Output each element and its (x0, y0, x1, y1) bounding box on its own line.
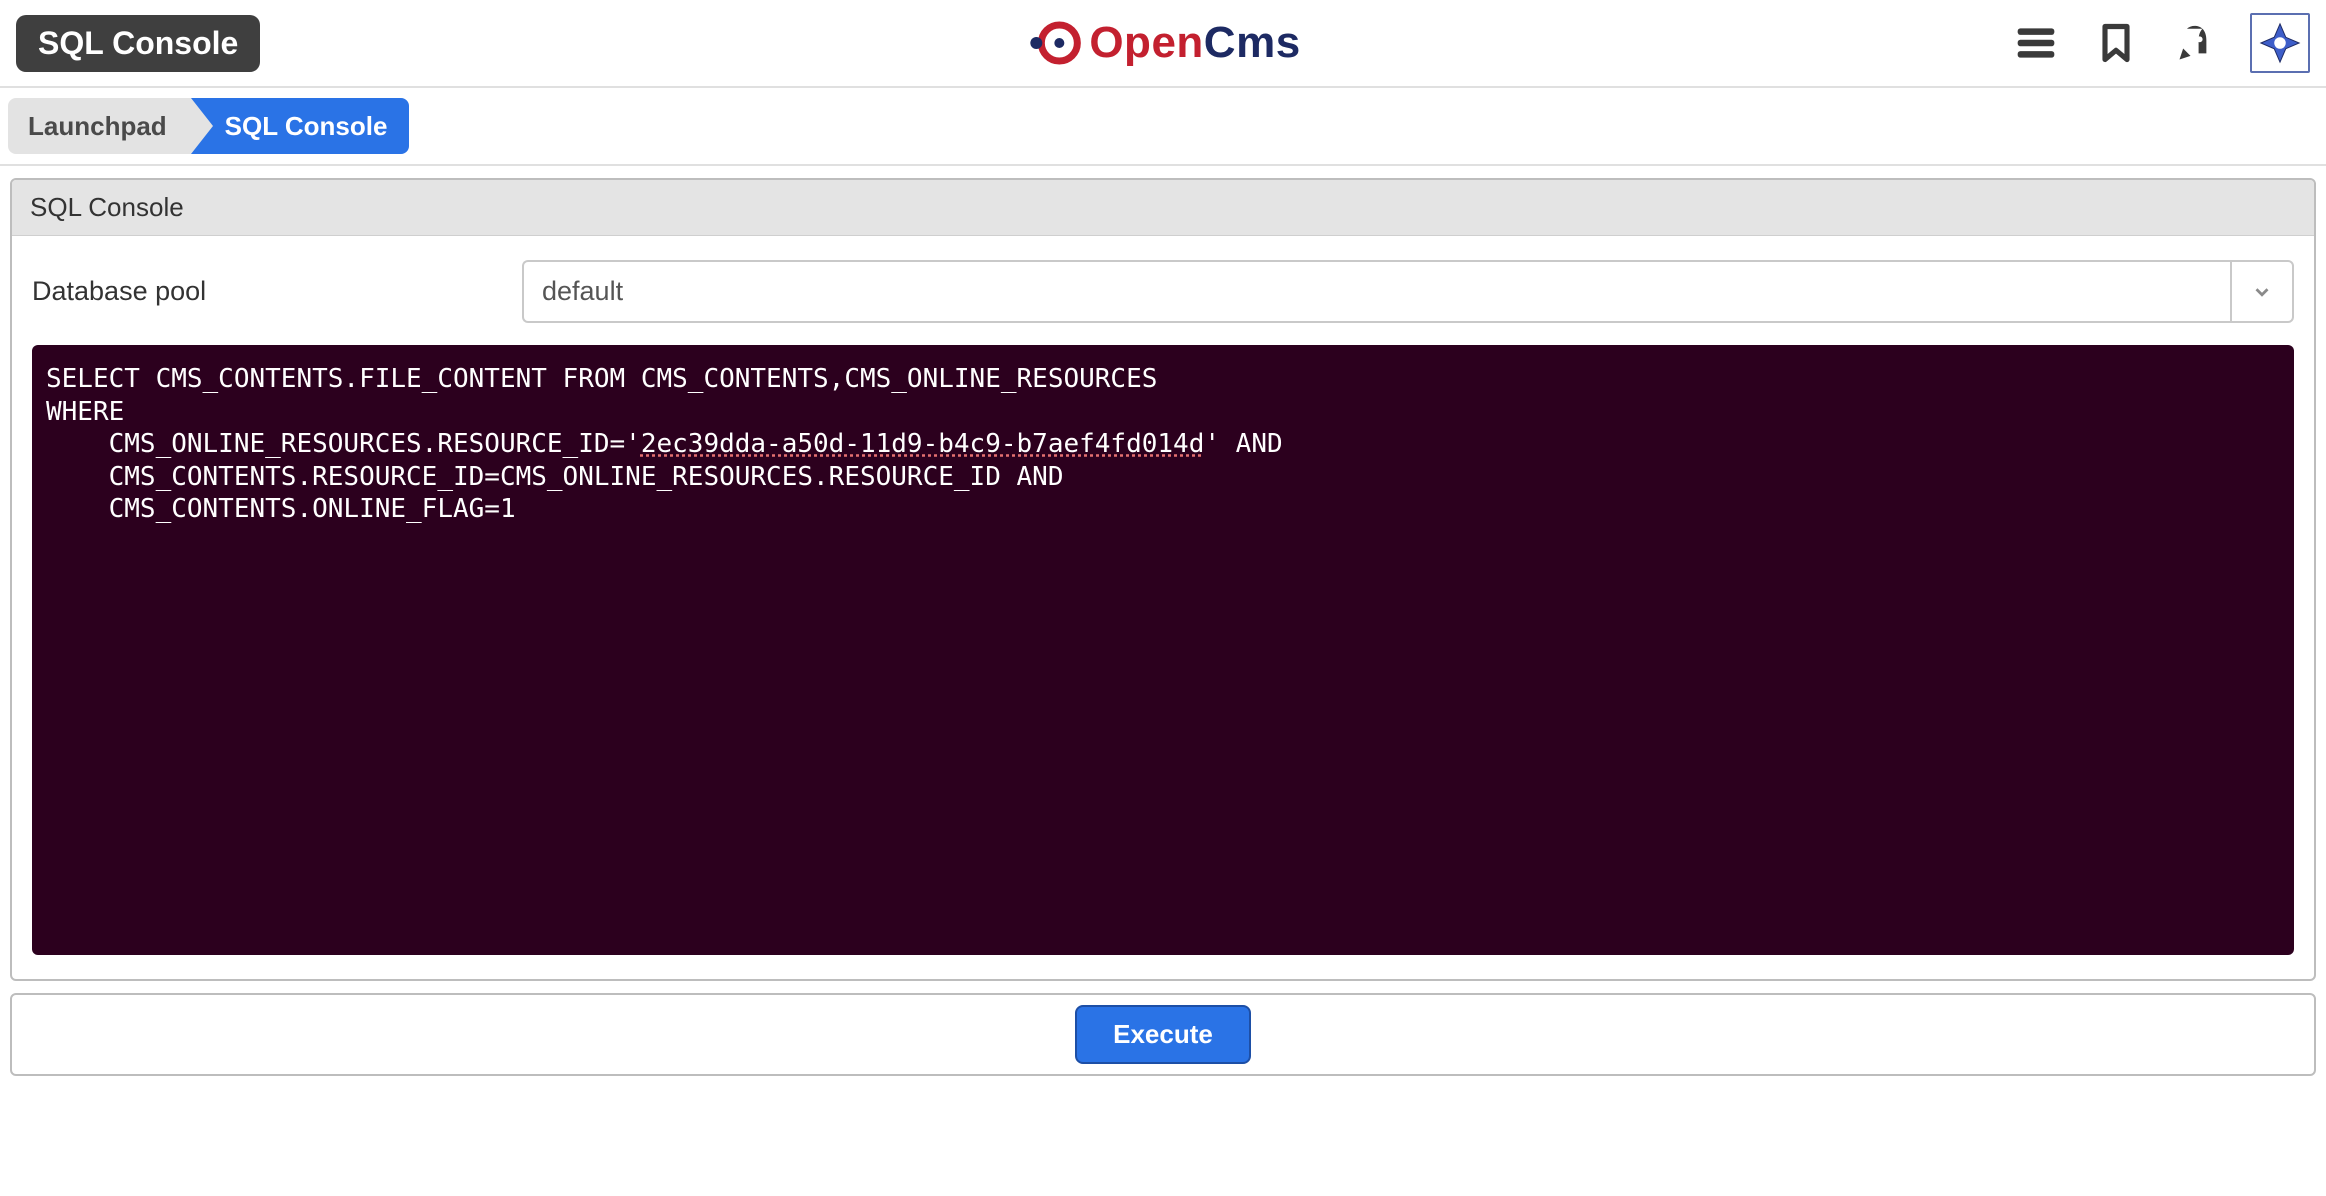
breadcrumb: Launchpad SQL Console (0, 88, 2326, 166)
breadcrumb-sql-console[interactable]: SQL Console (191, 98, 410, 154)
app-favicon-icon[interactable] (2250, 13, 2310, 73)
panel-title: SQL Console (12, 180, 2314, 236)
db-pool-row: Database pool default (32, 260, 2294, 323)
action-bar: Execute (10, 993, 2316, 1076)
opencms-logo-icon (1025, 14, 1083, 72)
page-title-pill: SQL Console (16, 15, 260, 72)
logo-text-open: Open (1089, 18, 1203, 67)
db-pool-value[interactable]: default (522, 260, 2230, 323)
bookmark-icon[interactable] (2090, 17, 2142, 69)
db-pool-select[interactable]: default (522, 260, 2294, 323)
db-pool-label: Database pool (32, 276, 502, 307)
top-bar-actions (2010, 13, 2310, 73)
breadcrumb-launchpad[interactable]: Launchpad (8, 98, 191, 154)
sql-console-panel: SQL Console Database pool default SELECT… (10, 178, 2316, 981)
execute-button[interactable]: Execute (1075, 1005, 1251, 1064)
rocket-icon[interactable] (2170, 17, 2222, 69)
top-bar: SQL Console OpenCms (0, 0, 2326, 88)
menu-icon[interactable] (2010, 17, 2062, 69)
logo: OpenCms (1025, 14, 1300, 72)
chevron-down-icon[interactable] (2230, 260, 2294, 323)
sql-editor[interactable]: SELECT CMS_CONTENTS.FILE_CONTENT FROM CM… (32, 345, 2294, 955)
logo-text-cms: Cms (1204, 18, 1301, 67)
